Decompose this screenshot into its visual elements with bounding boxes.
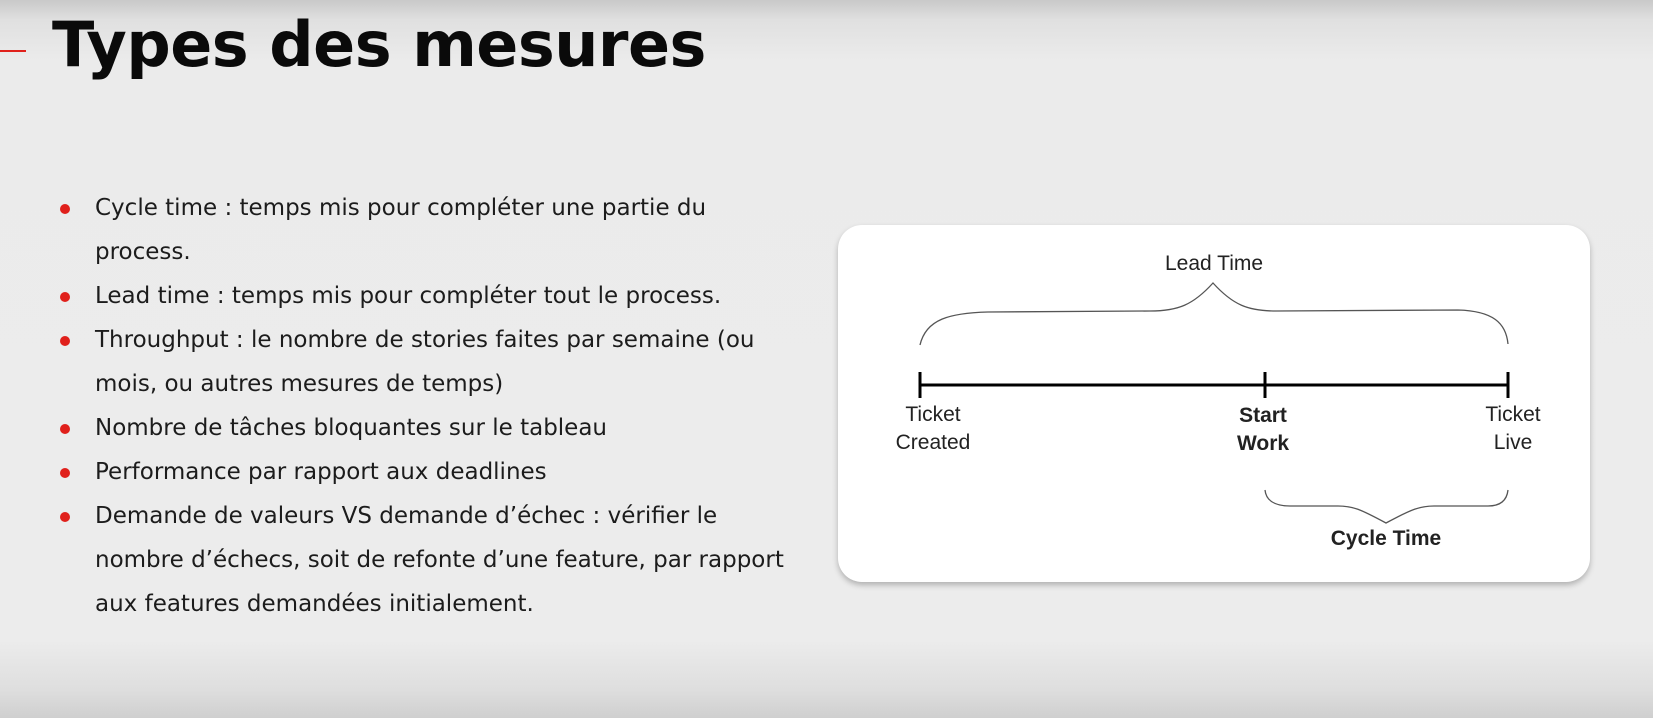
bullet-text: Nombre de tâches bloquantes sur le table… bbox=[95, 415, 608, 441]
lead-cycle-time-diagram: Lead Time Ticket Created Start Work Tick… bbox=[838, 225, 1590, 582]
bullet-blocking-tasks: Nombre de tâches bloquantes sur le table… bbox=[60, 406, 800, 450]
bullet-value-vs-failure-demand: Demande de valeurs VS demande d’échec : … bbox=[60, 494, 800, 626]
cycle-time-brace bbox=[1264, 489, 1509, 524]
ticket-created-label: Ticket Created bbox=[863, 401, 1003, 457]
bullet-lead-time: Lead time : temps mis pour compléter tou… bbox=[60, 274, 800, 318]
bullet-text: Demande de valeurs VS demande d’échec : … bbox=[95, 503, 784, 617]
start-work-label: Start Work bbox=[1208, 402, 1318, 458]
cycle-time-label: Cycle Time bbox=[1330, 527, 1442, 550]
bullet-list: Cycle time : temps mis pour compléter un… bbox=[60, 186, 800, 626]
bullet-dot-icon bbox=[60, 468, 70, 478]
start-work-line2: Work bbox=[1236, 432, 1290, 455]
lead-time-brace bbox=[919, 282, 1509, 346]
bullet-deadlines: Performance par rapport aux deadlines bbox=[60, 450, 800, 494]
ticket-live-line1: Ticket bbox=[1485, 403, 1541, 426]
bullet-text: Lead time : temps mis pour compléter tou… bbox=[95, 283, 722, 309]
bullet-text: Throughput : le nombre de stories faites… bbox=[95, 327, 755, 397]
ticket-live-line2: Live bbox=[1493, 431, 1533, 454]
ticket-created-line2: Created bbox=[895, 431, 971, 454]
bullet-text: Performance par rapport aux deadlines bbox=[95, 459, 547, 485]
bullet-dot-icon bbox=[60, 204, 70, 214]
start-work-line1: Start bbox=[1239, 404, 1287, 427]
bullet-dot-icon bbox=[60, 512, 70, 522]
bullet-text: Cycle time : temps mis pour compléter un… bbox=[95, 195, 707, 265]
title-accent-line bbox=[0, 50, 26, 52]
bullet-dot-icon bbox=[60, 292, 70, 302]
slide-title: Types des mesures bbox=[52, 8, 706, 81]
ticket-created-line1: Ticket bbox=[905, 403, 961, 426]
bullet-cycle-time: Cycle time : temps mis pour compléter un… bbox=[60, 186, 800, 274]
bullet-throughput: Throughput : le nombre de stories faites… bbox=[60, 318, 800, 406]
bullet-dot-icon bbox=[60, 336, 70, 346]
ticket-live-label: Ticket Live bbox=[1458, 401, 1568, 457]
bullet-dot-icon bbox=[60, 424, 70, 434]
lead-time-label: Lead Time bbox=[1164, 252, 1264, 275]
